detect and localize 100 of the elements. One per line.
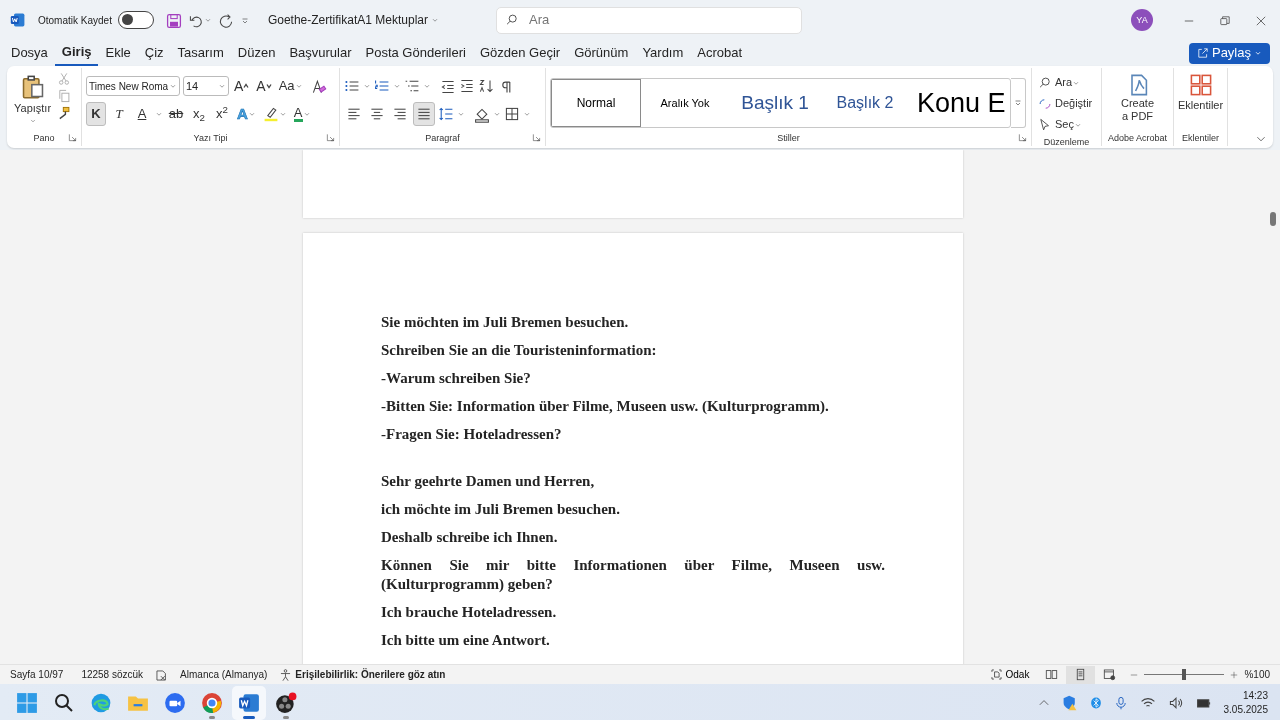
replace-button[interactable]: Değiştir (1036, 93, 1097, 114)
line-spacing-icon (438, 106, 454, 122)
search-input[interactable]: Ara (527, 9, 777, 31)
align-justify-icon (416, 106, 432, 122)
caret-icon (265, 81, 272, 91)
italic-button[interactable]: T (109, 102, 129, 126)
document-paragraph: ich möchte im Juli Bremen besuchen. (381, 500, 621, 519)
change-case-button[interactable]: Aa (276, 74, 305, 98)
caret-icon (493, 110, 501, 118)
clock-time[interactable]: 14:23 (1242, 689, 1268, 703)
pointer-icon (1038, 117, 1052, 132)
save-icon (165, 12, 182, 29)
add-ins-button[interactable]: Eklentiler (1175, 72, 1226, 124)
taskbar-app[interactable] (232, 686, 266, 720)
page-count[interactable]: Sayfa 10/97 (10, 667, 64, 682)
menu-tab[interactable]: Düzen (230, 40, 283, 66)
style-option[interactable]: Başlık 1 (729, 79, 821, 127)
group-label: Eklentiler (1182, 132, 1219, 145)
menu-tab[interactable]: Yardım (635, 40, 691, 66)
search-field[interactable]: Ara (496, 6, 802, 34)
font-size-grow-button[interactable]: A (232, 74, 252, 98)
group-label: Stiller (777, 132, 800, 145)
volume-icon (1167, 695, 1184, 711)
document-paragraph: -Fragen Sie: Hoteladressen? (381, 425, 563, 444)
document-paragraph: Sehr geehrte Damen und Herren, (381, 472, 596, 491)
bold-button[interactable]: K (86, 102, 106, 126)
group-label: Pano (33, 132, 55, 145)
share-button[interactable]: Paylaş (1188, 42, 1270, 64)
style-option[interactable]: Aralık Yok (641, 79, 729, 127)
font-color-button[interactable]: A (291, 102, 313, 126)
font-name-dropdown[interactable]: Times New Roma (86, 76, 180, 96)
word-icon (238, 692, 260, 714)
paste-button[interactable]: Yapıştır (11, 72, 55, 126)
menu-tab[interactable]: Görünüm (567, 40, 636, 66)
windows-start-icon (16, 692, 38, 714)
create-pdf-button[interactable]: Create a PDF (1115, 72, 1160, 124)
user-avatar[interactable]: YA (1131, 9, 1153, 31)
strike-button[interactable]: ab (166, 102, 186, 126)
menu-tab[interactable]: Dosya (4, 40, 55, 66)
focus-mode-button[interactable]: Odak (981, 665, 1038, 684)
select-button[interactable]: Seç (1036, 114, 1097, 135)
redo-icon (217, 12, 234, 29)
caret-icon (247, 110, 256, 118)
bluetooth-icon (1089, 695, 1102, 711)
align-justify-button[interactable] (413, 102, 435, 126)
caret-icon (218, 82, 226, 90)
zoom-level[interactable]: %100 (1244, 667, 1270, 682)
focus-icon (989, 668, 1003, 681)
accessibility-status[interactable]: Erişilebilirlik: Önerilere göz atın (295, 667, 446, 682)
font-size-dropdown[interactable]: 14 (183, 76, 229, 96)
print-view-button[interactable] (1066, 665, 1096, 684)
increase-indent-icon (459, 78, 475, 94)
style-option[interactable]: Konu E (909, 79, 1010, 127)
autosave-toggle[interactable] (117, 11, 154, 29)
group-label: Düzenleme (1043, 136, 1090, 149)
search-icon (505, 13, 519, 27)
document-paragraph: Ich bitte um eine Antwort. (381, 631, 551, 650)
menu-tab[interactable]: Çiz (137, 40, 171, 66)
style-option[interactable]: Normal (551, 79, 641, 127)
document-paragraph: Schreiben Sie an die Touristeninformation: (381, 341, 658, 360)
sub-button[interactable]: x$_{2}$ (189, 102, 209, 126)
browser-icon (90, 692, 112, 714)
clock-date[interactable]: 3.05.2025 (1223, 703, 1268, 717)
menu-tab[interactable]: Acrobat (690, 40, 750, 66)
read-view-icon (1045, 668, 1059, 681)
style-option[interactable]: Başlık 2 (821, 79, 909, 127)
document-paragraph: Deshalb schreibe ich Ihnen. (381, 528, 559, 547)
video-call-icon (164, 692, 186, 714)
caret-icon (363, 82, 371, 90)
format-painter-icon (57, 106, 72, 120)
share-icon (1196, 47, 1209, 59)
borders-icon (504, 106, 520, 122)
dialog-launcher-icon (532, 133, 541, 143)
highlighter-icon (262, 106, 279, 122)
menu-tab[interactable]: Posta Gönderileri (358, 40, 473, 66)
menu-tab[interactable]: Başvurular (282, 40, 359, 66)
menu-tab[interactable]: Ekle (98, 40, 138, 66)
menu-tab[interactable]: Gözden Geçir (472, 40, 568, 66)
document-paragraph: Sie möchten im Juli Bremen besuchen. (381, 313, 630, 332)
document-paragraph: Können Sie mir bitte Informationen über Filme, Museen usw. (Kulturprogramm) geben? (381, 556, 885, 594)
font-size-shrink-button[interactable]: A (254, 74, 274, 98)
menu-tab[interactable]: Tasarım (170, 40, 231, 66)
caret-icon (457, 110, 465, 118)
sup-button[interactable]: x$^{2}$ (212, 102, 232, 126)
restore-icon (1219, 14, 1231, 27)
accessibility-icon (279, 668, 293, 682)
find-button[interactable]: Ara (1036, 72, 1097, 93)
zoom-slider-thumb[interactable] (1182, 669, 1187, 680)
numbering-icon (374, 78, 390, 94)
language-indicator[interactable]: Almanca (Almanya) (180, 667, 268, 682)
align-center-icon (369, 106, 385, 122)
document-paragraph: -Bitten Sie: Information über Filme, Museen usw. (Kulturprogramm). (381, 397, 830, 416)
group-label: Yazı Tipi (193, 132, 228, 145)
word-count[interactable]: 12258 sözcük (81, 667, 144, 682)
underline-button[interactable]: A (132, 102, 152, 126)
shading-icon (474, 106, 490, 123)
search-icon (54, 693, 74, 713)
web-view-icon (1103, 668, 1117, 681)
document-paragraph: -Warum schreiben Sie? (381, 369, 532, 388)
document-title[interactable]: Goethe-ZertifikatA1 Mektuplar (267, 11, 428, 29)
